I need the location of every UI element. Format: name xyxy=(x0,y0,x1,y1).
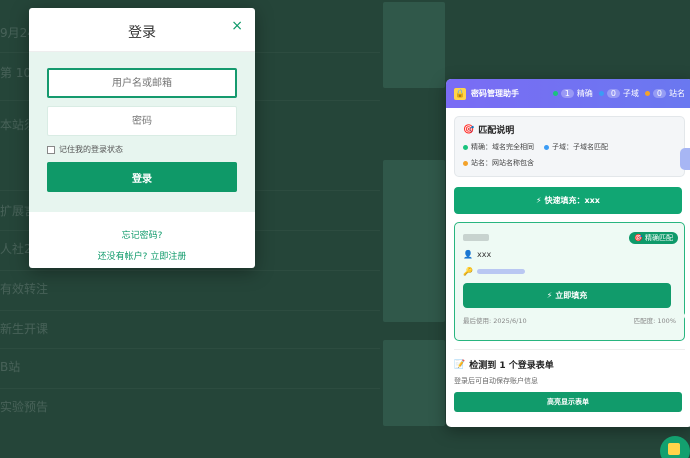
quick-fill-label: 快速填充：xxx xyxy=(544,196,600,205)
stat-count: 0 xyxy=(606,89,620,98)
password-manager-panel: 🔒 密码管理助手 1 精确 0 子域 0 站名 🎯 匹配说明 精确：域名完全相同… xyxy=(446,79,690,427)
stat-label: 子域 xyxy=(622,89,639,98)
highlight-forms-button[interactable]: 高亮显示表单 xyxy=(454,392,682,412)
pm-title: 密码管理助手 xyxy=(471,89,519,98)
detect-subtitle: 登录后可自动保存账户信息 xyxy=(454,377,538,385)
forgot-password-link[interactable]: 忘记密码? xyxy=(29,228,255,241)
stat-count: 1 xyxy=(560,89,574,98)
remember-checkbox[interactable] xyxy=(47,145,55,154)
dot-icon xyxy=(463,144,468,150)
password-manager-fab[interactable] xyxy=(660,436,690,458)
legend-sitename: 站名：网站名称包含 xyxy=(463,158,534,168)
side-dot[interactable] xyxy=(684,340,690,348)
lock-icon xyxy=(668,443,680,455)
remember-label: 记住我的登录状态 xyxy=(59,145,123,154)
form-detect-section: 📝 检测到 1 个登录表单 登录后可自动保存账户信息 高亮显示表单 xyxy=(454,349,685,412)
username-text: xxx xyxy=(476,250,492,259)
user-icon: 👤 xyxy=(463,250,473,259)
match-badge: 🎯 精确匹配 xyxy=(629,232,678,244)
login-button[interactable]: 登录 xyxy=(47,162,237,192)
account-meta: 最后使用: 2025/6/10 匹配度: 100% xyxy=(463,315,676,325)
login-form: 记住我的登录状态 登录 xyxy=(29,52,255,212)
stat-label: 站名 xyxy=(669,89,685,98)
dot-icon xyxy=(644,91,650,96)
legend-exact: 精确：域名完全相同 xyxy=(463,142,534,152)
login-modal: 登录 × 记住我的登录状态 登录 忘记密码? 还没有帐户? 立即注册 xyxy=(29,8,255,268)
modal-footer: 忘记密码? 还没有帐户? 立即注册 xyxy=(29,228,255,262)
match-score: 匹配度: 100% xyxy=(633,317,676,325)
legend-exact-text: 精确：域名完全相同 xyxy=(471,143,534,151)
pm-body: 🎯 匹配说明 精确：域名完全相同 子域：子域名匹配 站名：网站名称包含 ⚡ 快速… xyxy=(446,108,690,412)
password-blurred xyxy=(476,269,525,274)
legend-subdomain: 子域：子域名匹配 xyxy=(544,142,608,152)
stat-subdomain: 0 子域 xyxy=(598,88,639,99)
legend-subdomain-text: 子域：子域名匹配 xyxy=(552,143,608,151)
dot-icon xyxy=(598,91,604,96)
account-name-blurred xyxy=(463,234,489,241)
target-icon: 🎯 xyxy=(463,124,475,135)
account-password: 🔑 xyxy=(463,267,676,276)
side-tab[interactable] xyxy=(680,148,690,170)
match-legend: 精确：域名完全相同 子域：子域名匹配 站名：网站名称包含 xyxy=(463,142,676,168)
account-card[interactable]: 🎯 精确匹配 👤 xxx 🔑 ⚡ 立即填充 最后使用: 2025/6/10 匹配… xyxy=(454,222,685,341)
last-used: 最后使用: 2025/6/10 xyxy=(463,317,527,325)
dot-icon xyxy=(552,91,558,96)
close-icon[interactable]: × xyxy=(231,18,243,34)
register-link[interactable]: 立即注册 xyxy=(150,252,186,262)
match-badge-label: 精确匹配 xyxy=(645,234,673,242)
side-dot[interactable] xyxy=(684,312,690,320)
legend-sitename-text: 站名：网站名称包含 xyxy=(471,159,534,167)
match-info-card: 🎯 匹配说明 精确：域名完全相同 子域：子域名匹配 站名：网站名称包含 xyxy=(454,116,685,177)
key-icon: 🔑 xyxy=(463,267,473,276)
dot-icon xyxy=(463,160,468,166)
stat-label: 精确 xyxy=(576,89,593,98)
stat-count: 0 xyxy=(652,89,666,98)
fill-now-label: 立即填充 xyxy=(555,291,588,300)
pm-header: 🔒 密码管理助手 1 精确 0 子域 0 站名 xyxy=(446,79,690,108)
username-input[interactable] xyxy=(47,68,237,98)
detect-title: 📝 检测到 1 个登录表单 xyxy=(454,358,685,372)
detect-heading: 检测到 1 个登录表单 xyxy=(469,361,554,371)
dot-icon xyxy=(544,144,549,150)
account-username: 👤 xxx xyxy=(463,250,676,259)
stat-sitename: 0 站名 xyxy=(644,88,685,99)
stat-exact: 1 精确 xyxy=(552,88,593,99)
quick-fill-button[interactable]: ⚡ 快速填充：xxx xyxy=(454,187,682,214)
match-info-title: 🎯 匹配说明 xyxy=(463,123,676,137)
register-line: 还没有帐户? 立即注册 xyxy=(29,249,255,262)
match-info-heading: 匹配说明 xyxy=(478,126,515,136)
modal-title: 登录 xyxy=(128,25,156,41)
lock-icon: 🔒 xyxy=(454,87,466,100)
document-icon: 📝 xyxy=(454,359,466,370)
password-input[interactable] xyxy=(47,106,237,136)
remember-me[interactable]: 记住我的登录状态 xyxy=(47,144,237,155)
fill-now-button[interactable]: ⚡ 立即填充 xyxy=(463,283,671,308)
no-account-text: 还没有帐户? xyxy=(97,252,148,262)
modal-header: 登录 × xyxy=(29,8,255,52)
